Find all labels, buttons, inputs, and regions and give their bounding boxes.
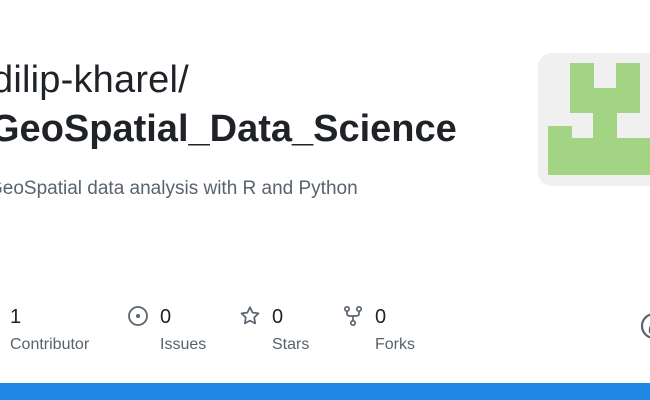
repo-stats: 1 Contributor 0 Issues 0 Stars 0 Forks <box>0 302 650 362</box>
issue-opened-icon <box>128 306 148 326</box>
contributors-label: Contributor <box>10 336 90 353</box>
issues-count: 0 <box>160 306 172 328</box>
repo-social-card: dilip-kharel/ GeoSpatial_Data_Science Ge… <box>0 0 650 400</box>
repo-description: GeoSpatial data analysis with R and Pyth… <box>0 178 358 199</box>
repo-forked-icon <box>343 305 363 327</box>
star-icon <box>240 306 260 325</box>
stars-label: Stars <box>272 336 310 353</box>
stars-count: 0 <box>272 306 284 328</box>
owner-avatar[interactable] <box>538 53 650 186</box>
forks-count: 0 <box>375 306 387 328</box>
contributors-count: 1 <box>10 306 22 328</box>
repo-owner[interactable]: dilip-kharel/ <box>0 58 189 102</box>
language-bar <box>0 383 650 400</box>
forks-label: Forks <box>375 336 415 353</box>
issues-label: Issues <box>160 336 207 353</box>
github-logo-icon <box>640 313 650 339</box>
repo-name[interactable]: GeoSpatial_Data_Science <box>0 106 457 152</box>
identicon-icon <box>538 53 650 186</box>
